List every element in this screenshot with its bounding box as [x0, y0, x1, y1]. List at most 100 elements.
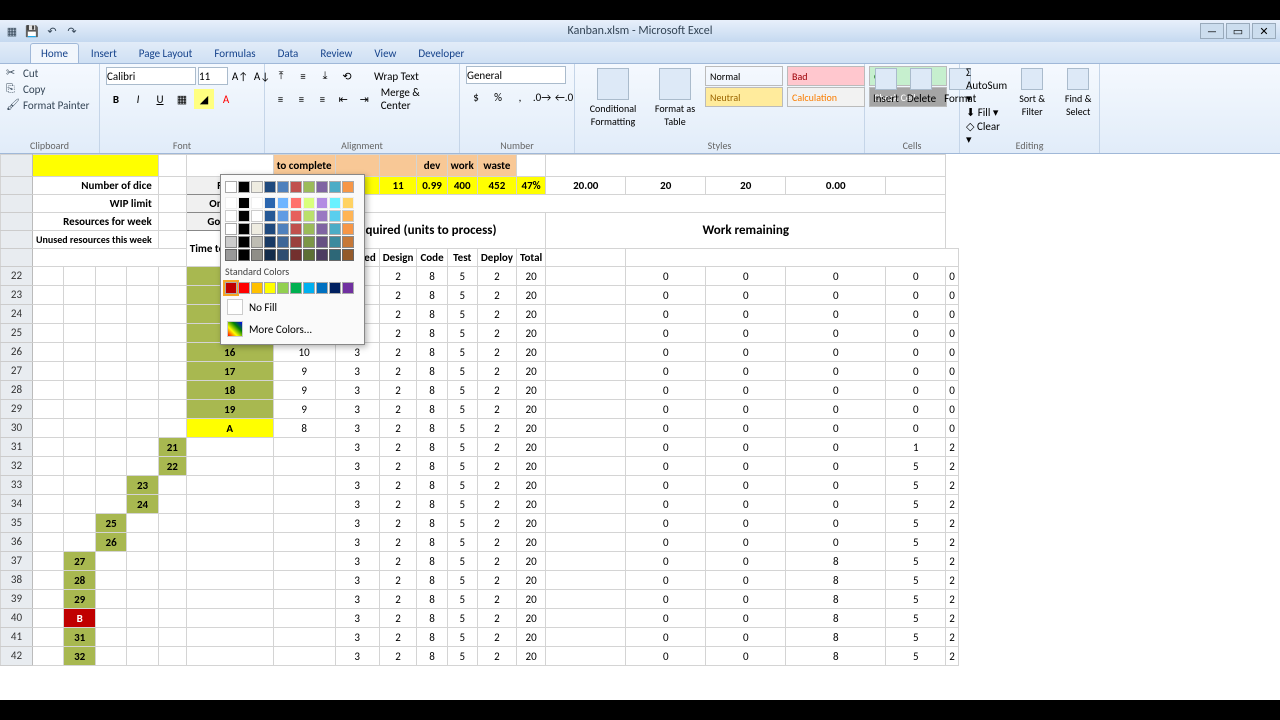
color-swatch[interactable] [316, 181, 328, 193]
font-color-button[interactable]: A [216, 89, 236, 109]
decrease-indent-icon[interactable]: ⇤ [334, 89, 353, 109]
color-swatch[interactable] [329, 210, 341, 222]
color-swatch[interactable] [225, 236, 237, 248]
color-swatch[interactable] [303, 236, 315, 248]
tab-formulas[interactable]: Formulas [204, 44, 265, 63]
color-swatch[interactable] [225, 197, 237, 209]
color-swatch[interactable] [290, 249, 302, 261]
color-swatch[interactable] [225, 223, 237, 235]
sort-filter-button[interactable]: Sort & Filter [1011, 66, 1053, 120]
color-swatch[interactable] [238, 210, 250, 222]
tab-page-layout[interactable]: Page Layout [129, 44, 203, 63]
format-painter-button[interactable]: 🖌Format Painter [6, 98, 89, 112]
format-as-table-button[interactable]: Format as Table [649, 66, 701, 130]
increase-indent-icon[interactable]: ⇥ [355, 89, 374, 109]
color-swatch[interactable] [316, 197, 328, 209]
style-neutral[interactable]: Neutral [705, 87, 783, 107]
color-swatch[interactable] [251, 282, 263, 294]
color-swatch[interactable] [290, 197, 302, 209]
align-left-icon[interactable]: ≡ [271, 89, 290, 109]
color-swatch[interactable] [251, 210, 263, 222]
color-swatch[interactable] [329, 181, 341, 193]
color-swatch[interactable] [225, 249, 237, 261]
color-swatch[interactable] [264, 249, 276, 261]
color-swatch[interactable] [290, 181, 302, 193]
color-swatch[interactable] [277, 236, 289, 248]
color-swatch[interactable] [277, 197, 289, 209]
color-swatch[interactable] [329, 249, 341, 261]
border-button[interactable]: ▦ [172, 89, 192, 109]
more-colors-option[interactable]: More Colors... [225, 318, 360, 340]
color-swatch[interactable] [342, 223, 354, 235]
tab-data[interactable]: Data [268, 44, 309, 63]
worksheet[interactable]: to completedevworkwasteNumber of diceRes… [0, 154, 1280, 700]
color-swatch[interactable] [277, 282, 289, 294]
tab-insert[interactable]: Insert [81, 44, 127, 63]
color-swatch[interactable] [316, 210, 328, 222]
orientation-icon[interactable]: ⟲ [337, 66, 357, 86]
color-swatch[interactable] [251, 181, 263, 193]
bold-button[interactable]: B [106, 89, 126, 109]
align-top-icon[interactable]: ⤒ [271, 66, 291, 86]
color-swatch[interactable] [329, 197, 341, 209]
color-swatch[interactable] [225, 282, 237, 294]
color-swatch[interactable] [316, 282, 328, 294]
color-swatch[interactable] [264, 197, 276, 209]
color-swatch[interactable] [290, 210, 302, 222]
currency-icon[interactable]: $ [466, 87, 486, 107]
maximize-icon[interactable]: ▭ [1226, 23, 1250, 39]
style-normal[interactable]: Normal [705, 66, 783, 86]
color-swatch[interactable] [342, 210, 354, 222]
color-swatch[interactable] [225, 210, 237, 222]
align-bottom-icon[interactable]: ⤓ [315, 66, 335, 86]
color-swatch[interactable] [342, 282, 354, 294]
minimize-icon[interactable]: — [1200, 23, 1224, 39]
color-swatch[interactable] [277, 181, 289, 193]
decrease-decimal-icon[interactable]: ←.0 [554, 87, 574, 107]
italic-button[interactable]: I [128, 89, 148, 109]
color-swatch[interactable] [316, 249, 328, 261]
color-swatch[interactable] [251, 223, 263, 235]
color-swatch[interactable] [238, 249, 250, 261]
color-swatch[interactable] [303, 181, 315, 193]
color-swatch[interactable] [329, 282, 341, 294]
cut-button[interactable]: ✂Cut [6, 66, 89, 80]
merge-center-button[interactable]: Merge & Center [376, 89, 453, 109]
color-swatch[interactable] [303, 197, 315, 209]
undo-icon[interactable]: ↶ [44, 23, 60, 39]
color-swatch[interactable] [342, 197, 354, 209]
color-swatch[interactable] [238, 181, 250, 193]
color-swatch[interactable] [303, 249, 315, 261]
tab-developer[interactable]: Developer [408, 44, 474, 63]
color-swatch[interactable] [238, 236, 250, 248]
copy-button[interactable]: ⎘Copy [6, 82, 89, 96]
wrap-text-button[interactable]: Wrap Text [369, 66, 424, 86]
style-calculation[interactable]: Calculation [787, 87, 865, 107]
tab-home[interactable]: Home [30, 43, 79, 63]
save-icon[interactable]: 💾 [24, 23, 40, 39]
redo-icon[interactable]: ↷ [64, 23, 80, 39]
tab-review[interactable]: Review [310, 44, 362, 63]
align-right-icon[interactable]: ≡ [313, 89, 332, 109]
increase-decimal-icon[interactable]: .0→ [532, 87, 552, 107]
color-swatch[interactable] [277, 249, 289, 261]
percent-icon[interactable]: % [488, 87, 508, 107]
color-swatch[interactable] [251, 236, 263, 248]
close-icon[interactable]: ✕ [1252, 23, 1276, 39]
underline-button[interactable]: U [150, 89, 170, 109]
insert-cells-button[interactable]: Insert [871, 66, 901, 107]
color-swatch[interactable] [342, 236, 354, 248]
color-swatch[interactable] [303, 223, 315, 235]
color-swatch[interactable] [277, 223, 289, 235]
color-swatch[interactable] [251, 197, 263, 209]
color-swatch[interactable] [277, 210, 289, 222]
align-middle-icon[interactable]: ≡ [293, 66, 313, 86]
font-size-input[interactable] [198, 67, 228, 85]
color-swatch[interactable] [303, 282, 315, 294]
color-swatch[interactable] [329, 236, 341, 248]
color-swatch[interactable] [264, 282, 276, 294]
fill-button[interactable]: ⬇ Fill ▾ [966, 106, 1007, 119]
font-name-input[interactable] [106, 67, 196, 85]
align-center-icon[interactable]: ≡ [292, 89, 311, 109]
color-swatch[interactable] [290, 223, 302, 235]
